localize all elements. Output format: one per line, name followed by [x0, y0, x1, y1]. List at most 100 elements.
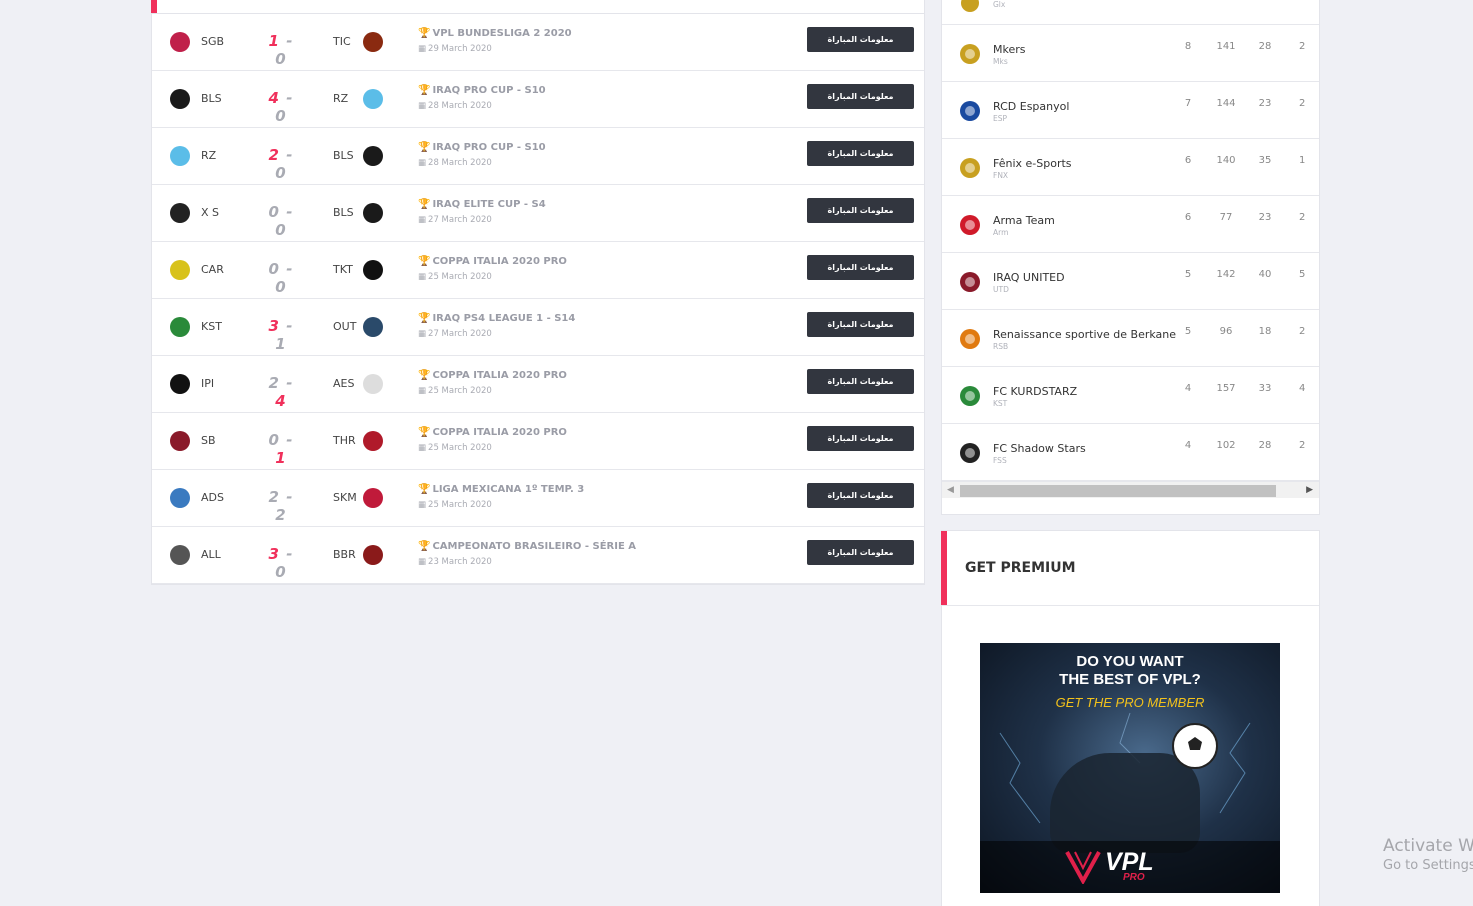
competition-name: 🏆 IRAQ ELITE CUP - S4 [418, 199, 546, 210]
calendar-icon: ▦ [418, 215, 427, 225]
team-name[interactable]: FC Shadow Stars [993, 442, 1086, 455]
trophy-icon: 🏆 [418, 256, 431, 267]
away-score: 4 [275, 392, 287, 410]
away-team-logo-icon [360, 200, 386, 226]
vpl-logo-icon [1065, 851, 1101, 884]
away-team-abbr: BLS [333, 149, 354, 162]
team-logo-icon [958, 156, 982, 180]
match-row[interactable]: SB 0 - 1 THR 🏆 COPPA ITALIA 2020 PRO ▦ 25 Marc… [152, 413, 924, 470]
home-team-logo-icon [167, 86, 193, 112]
match-info-button[interactable]: معلومات المباراة [807, 483, 914, 508]
match-info-button[interactable]: معلومات المباراة [807, 540, 914, 565]
home-team-abbr: SGB [201, 35, 225, 48]
stat-cell: 5 [1299, 269, 1306, 280]
team-abbr: Glx [993, 0, 1006, 9]
stat-cell: 33 [1258, 383, 1272, 394]
team-name[interactable]: Fênix e-Sports [993, 157, 1072, 170]
team-logo-icon [958, 213, 982, 237]
trophy-icon: 🏆 [418, 313, 431, 324]
match-date: ▦ 27 March 2020 [418, 329, 492, 339]
standings-row-partial[interactable]: Glx [942, 0, 1319, 25]
team-name[interactable]: IRAQ UNITED [993, 271, 1065, 284]
premium-ad-banner[interactable]: DO YOU WANT THE BEST OF VPL? GET THE PRO… [980, 643, 1280, 893]
match-score: 1 - 0 [268, 32, 294, 68]
match-info-button[interactable]: معلومات المباراة [807, 198, 914, 223]
match-row[interactable]: ADS 2 - 2 SKM 🏆 LIGA MEXICANA 1º TEMP. 3 ▦ 25 … [152, 470, 924, 527]
stat-cell: 2 [1299, 98, 1306, 109]
match-row[interactable]: KST 3 - 1 OUT 🏆 IRAQ PS4 LEAGUE 1 - S14 ▦ 27 M… [152, 299, 924, 356]
team-name[interactable]: FC KURDSTARZ [993, 385, 1077, 398]
standings-row[interactable]: RCD Espanyol ESP 7 144 23 2 [942, 82, 1319, 139]
scroll-right-icon[interactable]: ▶ [1306, 485, 1313, 495]
home-team-logo-icon [167, 29, 193, 55]
away-team-abbr: BLS [333, 206, 354, 219]
standings-row[interactable]: Renaissance sportive de Berkane RSB 5 96 18 2 [942, 310, 1319, 367]
away-team-logo-icon [360, 143, 386, 169]
match-date: ▦ 25 March 2020 [418, 272, 492, 282]
match-row[interactable]: SGB 1 - 0 TIC 🏆 VPL BUNDESLIGA 2 2020 ▦ 29 Mar… [152, 14, 924, 71]
stat-cell: 102 [1216, 440, 1236, 451]
standings-row[interactable]: FC KURDSTARZ KST 4 157 33 4 [942, 367, 1319, 424]
standings-row[interactable]: Arma Team Arm 6 77 23 2 [942, 196, 1319, 253]
calendar-icon: ▦ [418, 272, 427, 282]
competition-name: 🏆 CAMPEONATO BRASILEIRO - SÉRIE A [418, 541, 637, 552]
match-row[interactable]: X S 0 - 0 BLS 🏆 IRAQ ELITE CUP - S4 ▦ 27 March… [152, 185, 924, 242]
horizontal-scrollbar[interactable]: ◀ ▶ [942, 481, 1319, 498]
away-score: 1 [275, 335, 287, 353]
home-team-logo-icon [167, 257, 193, 283]
away-team-logo-icon [360, 542, 386, 568]
home-team-abbr: CAR [201, 263, 224, 276]
match-info-button[interactable]: معلومات المباراة [807, 84, 914, 109]
scroll-left-icon[interactable]: ◀ [947, 485, 954, 495]
match-score: 2 - 2 [268, 488, 294, 524]
stat-cell: 2 [1299, 440, 1306, 451]
ad-headline-line1: DO YOU WANT [1076, 653, 1184, 670]
standings-row[interactable]: Fênix e-Sports FNX 6 140 35 1 [942, 139, 1319, 196]
team-abbr: Arm [993, 228, 1009, 237]
trophy-icon: 🏆 [418, 28, 431, 39]
away-score: 0 [275, 563, 287, 581]
match-info-button[interactable]: معلومات المباراة [807, 255, 914, 280]
match-info-button[interactable]: معلومات المباراة [807, 426, 914, 451]
team-logo-icon [958, 99, 982, 123]
trophy-icon: 🏆 [418, 199, 431, 210]
match-row[interactable]: BLS 4 - 0 RZ 🏆 IRAQ PRO CUP - S10 ▦ 28 March 2… [152, 71, 924, 128]
standings-row[interactable]: FC Shadow Stars FSS 4 102 28 2 [942, 424, 1319, 481]
team-abbr: RSB [993, 342, 1009, 351]
home-team-logo-icon [167, 200, 193, 226]
match-row[interactable]: IPI 2 - 4 AES 🏆 COPPA ITALIA 2020 PRO ▦ 25 Mar… [152, 356, 924, 413]
calendar-icon: ▦ [418, 557, 427, 567]
match-info-button[interactable]: معلومات المباراة [807, 27, 914, 52]
team-abbr: FNX [993, 171, 1009, 180]
team-name[interactable]: Arma Team [993, 214, 1055, 227]
stat-cell: 2 [1299, 212, 1306, 223]
standings-row[interactable]: IRAQ UNITED UTD 5 142 40 5 [942, 253, 1319, 310]
standings-row[interactable]: Mkers Mks 8 141 28 2 [942, 25, 1319, 82]
competition-name: 🏆 COPPA ITALIA 2020 PRO [418, 256, 567, 267]
competition-name: 🏆 COPPA ITALIA 2020 PRO [418, 370, 567, 381]
team-logo-icon [958, 327, 982, 351]
team-logo-icon [958, 270, 982, 294]
match-info-button[interactable]: معلومات المباراة [807, 141, 914, 166]
home-team-abbr: X S [201, 206, 220, 219]
home-team-abbr: BLS [201, 92, 222, 105]
match-row[interactable]: RZ 2 - 0 BLS 🏆 IRAQ PRO CUP - S10 ▦ 28 March 2… [152, 128, 924, 185]
match-info-button[interactable]: معلومات المباراة [807, 312, 914, 337]
scrollbar-thumb[interactable] [960, 485, 1276, 497]
away-team-logo-icon [360, 428, 386, 454]
match-row[interactable]: CAR 0 - 0 TKT 🏆 COPPA ITALIA 2020 PRO ▦ 25 Mar… [152, 242, 924, 299]
team-name[interactable]: Renaissance sportive de Berkane [993, 328, 1176, 341]
match-info-button[interactable]: معلومات المباراة [807, 369, 914, 394]
home-score: 0 [268, 431, 280, 449]
away-score: 0 [275, 164, 287, 182]
stat-cell: 28 [1258, 41, 1272, 52]
team-name[interactable]: Mkers [993, 43, 1026, 56]
team-abbr: FSS [993, 456, 1007, 465]
match-score: 0 - 0 [268, 260, 294, 296]
away-team-abbr: AES [333, 377, 355, 390]
home-team-abbr: SB [201, 434, 216, 447]
home-score: 2 [268, 146, 280, 164]
match-row[interactable]: ALL 3 - 0 BBR 🏆 CAMPEONATO BRASILEIRO - SÉRI… [152, 527, 924, 584]
match-date: ▦ 25 March 2020 [418, 500, 492, 510]
team-name[interactable]: RCD Espanyol [993, 100, 1069, 113]
